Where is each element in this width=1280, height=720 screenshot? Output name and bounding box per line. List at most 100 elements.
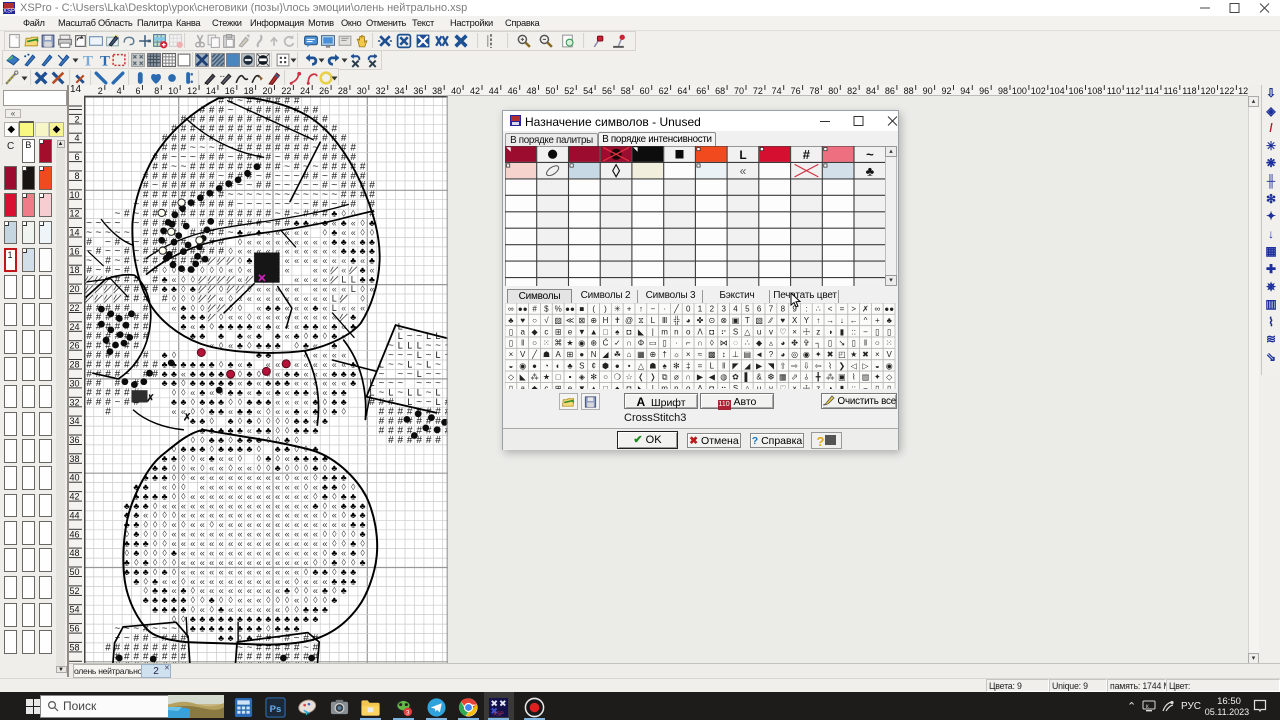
- svg-text:◊: ◊: [370, 227, 375, 237]
- svg-text:▯: ▯: [886, 327, 890, 336]
- svg-text:⊙: ⊙: [708, 316, 715, 325]
- svg-text:⊥: ⊥: [732, 350, 739, 359]
- svg-text:54: 54: [583, 86, 593, 96]
- svg-text:▭: ▭: [649, 339, 657, 348]
- svg-text:∴: ∴: [815, 305, 820, 314]
- svg-text:+: +: [626, 305, 631, 314]
- svg-text:V: V: [886, 350, 892, 359]
- svg-text:⌂: ⌂: [626, 350, 631, 359]
- svg-text:52: 52: [69, 586, 79, 596]
- svg-text:◆: ◆: [756, 339, 763, 348]
- svg-text:::: ::: [851, 327, 855, 336]
- svg-text:●●: ●●: [884, 305, 894, 314]
- svg-text:×: ×: [508, 350, 513, 359]
- svg-text:·: ·: [663, 305, 666, 314]
- svg-text:✦: ✦: [814, 350, 821, 359]
- svg-text:◊: ◊: [238, 255, 243, 265]
- svg-text:★: ★: [542, 373, 549, 382]
- svg-text:e: e: [567, 327, 572, 336]
- svg-text:☩: ☩: [802, 384, 809, 389]
- svg-text:#: #: [96, 246, 102, 257]
- svg-text:♣: ♣: [152, 472, 158, 482]
- svg-text:«: «: [341, 302, 346, 312]
- svg-text:#: #: [105, 368, 111, 379]
- svg-text:118: 118: [1182, 86, 1196, 96]
- svg-text:★: ★: [850, 350, 857, 359]
- svg-text:◣: ◣: [637, 384, 644, 389]
- svg-text:¢: ¢: [591, 361, 595, 370]
- svg-text:✗: ✗: [146, 393, 154, 404]
- svg-text:▩: ▩: [708, 350, 716, 359]
- svg-text:◊: ◊: [285, 415, 290, 425]
- svg-text:u: u: [756, 384, 760, 389]
- svg-text:♣: ♣: [865, 163, 874, 178]
- svg-text:«: «: [341, 255, 346, 265]
- svg-text:◕: ◕: [780, 350, 785, 359]
- svg-text:▼: ▼: [577, 384, 585, 389]
- svg-text:Φ: Φ: [637, 339, 643, 348]
- svg-text:◁: ◁: [850, 361, 857, 370]
- svg-text:◊: ◊: [257, 444, 262, 454]
- svg-text:#: #: [124, 208, 130, 219]
- svg-text:▤: ▤: [861, 373, 869, 382]
- svg-text:120: 120: [1200, 86, 1215, 96]
- svg-text:#: #: [152, 283, 158, 294]
- svg-text:L: L: [650, 316, 655, 325]
- svg-text:╋: ╋: [814, 372, 820, 382]
- svg-text:♡: ♡: [779, 327, 786, 336]
- svg-text:«: «: [237, 378, 242, 388]
- svg-text:16: 16: [69, 246, 79, 256]
- svg-text:~: ~: [228, 226, 234, 238]
- svg-text:▲: ▲: [589, 384, 597, 389]
- svg-text:«: «: [303, 227, 308, 237]
- svg-text:#: #: [802, 147, 810, 162]
- svg-text:«: «: [341, 227, 346, 237]
- svg-text:34: 34: [69, 416, 79, 426]
- svg-text:n: n: [674, 384, 678, 389]
- svg-text:⋈: ⋈: [719, 339, 727, 348]
- svg-text:22: 22: [69, 303, 79, 313]
- svg-text:♣: ♣: [199, 378, 205, 388]
- svg-text:7: 7: [768, 305, 773, 314]
- svg-text:32: 32: [376, 86, 386, 96]
- svg-text:√: √: [544, 316, 549, 325]
- svg-text:L: L: [709, 361, 714, 370]
- svg-text:~: ~: [866, 147, 874, 162]
- svg-text:⊕: ⊕: [590, 316, 597, 325]
- svg-text:«: «: [360, 302, 365, 312]
- svg-text:~: ~: [388, 359, 394, 370]
- svg-text:╬: ╬: [673, 315, 679, 326]
- svg-text:♣: ♣: [180, 444, 186, 454]
- svg-text:=: =: [697, 361, 702, 370]
- svg-text:‖: ‖: [863, 339, 866, 348]
- svg-text:▷: ▷: [862, 361, 869, 370]
- svg-text:✝: ✝: [613, 316, 620, 325]
- svg-text:~: ~: [407, 368, 413, 379]
- svg-text:4: 4: [74, 133, 79, 143]
- svg-text:▯: ▯: [662, 339, 666, 348]
- svg-text:◤: ◤: [732, 361, 739, 370]
- svg-text:◊: ◊: [219, 265, 224, 275]
- svg-text:♣: ♣: [275, 340, 281, 350]
- svg-text:«: «: [739, 164, 746, 178]
- svg-text:□: □: [603, 327, 608, 336]
- svg-text:◊: ◊: [181, 283, 186, 293]
- svg-text:♣: ♣: [246, 378, 252, 388]
- svg-text:◒: ◒: [508, 361, 513, 370]
- svg-text:«: «: [219, 293, 224, 303]
- svg-text:◊: ◊: [294, 340, 299, 350]
- svg-text:♣: ♣: [331, 227, 337, 237]
- svg-text:14: 14: [206, 86, 216, 96]
- svg-text:−: −: [863, 327, 868, 336]
- svg-text:42: 42: [470, 86, 480, 96]
- svg-text:«: «: [237, 274, 242, 284]
- svg-text:~: ~: [95, 226, 101, 238]
- svg-text:◊: ◊: [304, 566, 309, 576]
- svg-text:68: 68: [715, 86, 725, 96]
- svg-text:«: «: [294, 378, 299, 388]
- svg-text:∴: ∴: [744, 339, 749, 348]
- svg-text:⇧: ⇧: [779, 361, 786, 370]
- svg-text:#: #: [105, 265, 111, 276]
- svg-text:∞: ∞: [874, 305, 880, 314]
- svg-text:#: #: [209, 246, 215, 257]
